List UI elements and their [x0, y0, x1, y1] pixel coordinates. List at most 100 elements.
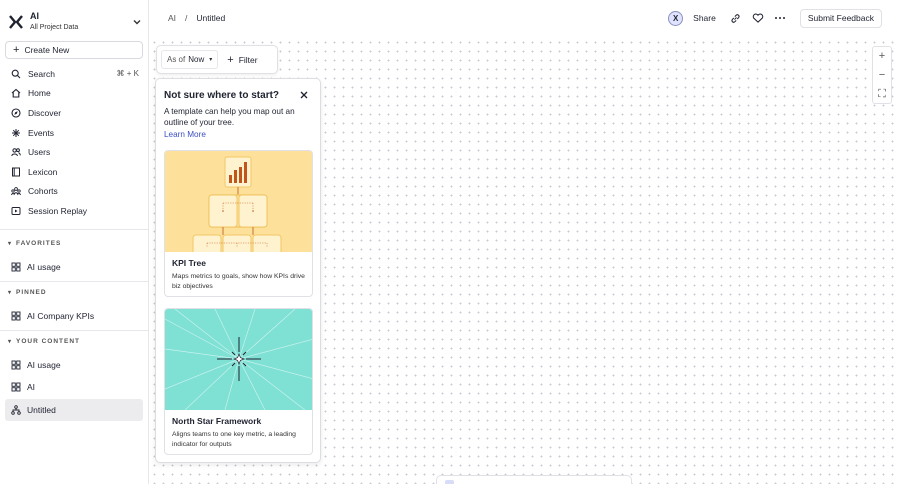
kpi-tree-illustration	[165, 151, 312, 256]
avatar[interactable]: X	[668, 10, 684, 26]
card-title: KPI Tree	[172, 258, 207, 268]
board-icon	[11, 382, 21, 392]
compass-icon	[11, 108, 21, 118]
content-item-ai[interactable]: AI	[5, 376, 143, 398]
nav-label: Home	[28, 88, 51, 99]
board-icon	[11, 311, 21, 321]
link-icon[interactable]	[730, 12, 742, 24]
board-icon	[11, 262, 21, 272]
org-subtitle: All Project Data	[30, 24, 79, 31]
as-of-dropdown[interactable]: As of Now ▾	[161, 50, 219, 69]
sidebar-divider	[0, 281, 149, 282]
main-nav: Search ⌘ + K Home Discover Events Users …	[5, 64, 143, 221]
home-icon	[11, 89, 21, 98]
item-label: AI usage	[27, 262, 61, 272]
filter-label: Filter	[238, 54, 258, 65]
pinned-item-ai-company-kpis[interactable]: AI Company KPIs	[5, 305, 143, 327]
chevron-down-icon	[133, 20, 141, 25]
shortcut-hint: ⌘ + K	[116, 69, 139, 79]
nav-search[interactable]: Search ⌘ + K	[5, 64, 143, 84]
tree-icon	[11, 405, 21, 415]
plus-icon: +	[227, 53, 234, 66]
replay-icon	[11, 206, 21, 215]
breadcrumb: AI / Untitled	[168, 13, 225, 23]
chevron-down-icon: ▾	[209, 57, 213, 63]
learn-more-link[interactable]: Learn More	[164, 130, 206, 139]
create-new-button[interactable]: + Create New	[5, 41, 143, 59]
search-icon	[11, 69, 21, 79]
events-icon	[12, 128, 20, 137]
pinned-section-toggle[interactable]: ▾ PINNED	[8, 289, 47, 296]
content-item-untitled[interactable]: Untitled	[5, 399, 143, 421]
content-item-ai-usage[interactable]: AI usage	[5, 354, 143, 376]
nav-label: Events	[28, 127, 54, 138]
nav-label: Session Replay	[28, 205, 88, 216]
filter-bar: As of Now ▾ + Filter	[156, 45, 278, 74]
close-icon[interactable]	[299, 90, 309, 100]
org-switcher[interactable]: AI All Project Data	[8, 9, 142, 35]
nav-label: Lexicon	[28, 166, 58, 177]
filter-button[interactable]: + Filter	[227, 54, 257, 66]
template-card-kpi-tree[interactable]: KPI Tree Maps metrics to goals, show how…	[164, 150, 313, 297]
zoom-out-button[interactable]: −	[879, 69, 885, 81]
users-icon	[11, 148, 21, 157]
nav-label: Search	[28, 68, 55, 79]
heart-icon[interactable]	[752, 12, 764, 24]
caret-down-icon: ▾	[8, 339, 13, 345]
zoom-controls: + − ⛶	[872, 46, 892, 104]
nav-session-replay[interactable]: Session Replay	[5, 201, 143, 221]
nav-events[interactable]: Events	[5, 123, 143, 143]
nav-discover[interactable]: Discover	[5, 103, 143, 123]
card-title: North Star Framework	[172, 416, 262, 426]
card-description: Maps metrics to goals, show how KPIs dri…	[172, 273, 305, 290]
caret-down-icon: ▾	[8, 241, 13, 247]
item-label: AI usage	[27, 360, 61, 370]
sidebar-divider	[0, 229, 149, 230]
panel-description: A template can help you map out an outli…	[164, 107, 295, 127]
section-label: YOUR CONTENT	[16, 338, 81, 345]
nav-lexicon[interactable]: Lexicon	[5, 162, 143, 182]
panel-title: Not sure where to start?	[164, 90, 280, 101]
as-of-value: Now	[188, 55, 205, 64]
breadcrumb-current[interactable]: Untitled	[196, 13, 225, 23]
zoom-in-button[interactable]: +	[879, 50, 885, 62]
cohorts-icon	[11, 187, 21, 196]
breadcrumb-separator: /	[185, 13, 188, 23]
topbar-actions: X Share Submit Feedback	[668, 8, 882, 28]
nav-label: Discover	[28, 107, 62, 118]
item-label: AI	[27, 382, 36, 392]
fit-view-button[interactable]: ⛶	[878, 88, 886, 100]
caret-down-icon: ▾	[8, 290, 13, 296]
bottom-toolbar[interactable]	[436, 475, 632, 484]
breadcrumb-root[interactable]: AI	[168, 13, 176, 23]
favorites-section-toggle[interactable]: ▾ FAVORITES	[8, 240, 61, 247]
org-name: AI	[30, 11, 39, 21]
submit-feedback-button[interactable]: Submit Feedback	[799, 8, 882, 28]
sidebar: AI All Project Data + Create New Search …	[0, 0, 149, 484]
favorite-item-ai-usage[interactable]: AI usage	[5, 256, 143, 278]
nav-home[interactable]: Home	[5, 84, 143, 104]
template-suggestion-panel: Not sure where to start? A template can …	[155, 78, 321, 463]
as-of-label: As of	[167, 55, 186, 64]
sidebar-divider	[0, 330, 149, 331]
template-card-north-star[interactable]: North Star Framework Aligns teams to one…	[164, 308, 313, 455]
create-new-label: Create New	[24, 45, 70, 55]
plus-icon: +	[13, 44, 20, 56]
nav-users[interactable]: Users	[5, 142, 143, 162]
nav-label: Cohorts	[28, 186, 58, 197]
section-label: FAVORITES	[16, 240, 62, 247]
share-button[interactable]: Share	[693, 13, 716, 23]
nav-label: Users	[28, 147, 51, 158]
more-icon[interactable]	[774, 12, 786, 24]
item-label: Untitled	[27, 405, 56, 415]
board-icon	[11, 360, 21, 370]
mixpanel-logo-icon	[9, 15, 23, 29]
nav-cohorts[interactable]: Cohorts	[5, 182, 143, 202]
north-star-illustration	[165, 309, 312, 411]
your-content-section-toggle[interactable]: ▾ YOUR CONTENT	[8, 338, 80, 345]
node-icon	[445, 480, 454, 484]
book-icon	[12, 167, 20, 177]
item-label: AI Company KPIs	[27, 311, 95, 321]
section-label: PINNED	[16, 289, 47, 296]
card-description: Aligns teams to one key metric, a leadin…	[172, 431, 296, 448]
